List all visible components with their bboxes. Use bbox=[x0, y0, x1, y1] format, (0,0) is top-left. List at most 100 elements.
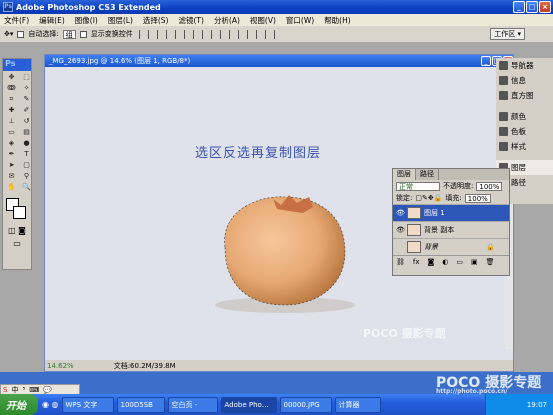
tab-paths[interactable]: 路径 bbox=[416, 169, 439, 180]
move-tool-icon[interactable]: ✥▾ bbox=[4, 30, 13, 38]
align-center-icon[interactable] bbox=[210, 29, 221, 39]
align-bottom-icon[interactable] bbox=[174, 29, 185, 39]
minimize-button[interactable]: _ bbox=[513, 1, 525, 13]
auto-select-checkbox[interactable] bbox=[17, 30, 25, 38]
align-left-icon[interactable] bbox=[192, 29, 203, 39]
menu-edit[interactable]: 编辑(E) bbox=[39, 15, 65, 26]
title-bar: Ps Adobe Photoshop CS3 Extended _ □ × bbox=[0, 0, 553, 14]
clock[interactable]: 19:07 bbox=[527, 401, 547, 409]
align-top-icon[interactable] bbox=[138, 29, 149, 39]
align-middle-icon[interactable] bbox=[156, 29, 167, 39]
distribute-h-icon[interactable] bbox=[264, 29, 275, 39]
ime-mode[interactable]: 中 bbox=[11, 385, 18, 395]
menu-filter[interactable]: 滤镜(T) bbox=[179, 15, 204, 26]
color-swatches[interactable] bbox=[5, 197, 29, 223]
blur-tool-icon[interactable]: ◈ bbox=[5, 139, 18, 148]
menu-select[interactable]: 选择(S) bbox=[143, 15, 169, 26]
layer-row[interactable]: 背景 🔒 bbox=[393, 238, 509, 255]
mask-icon[interactable]: ◙ bbox=[428, 258, 435, 266]
eye-icon[interactable]: 👁 bbox=[396, 226, 405, 234]
eye-icon[interactable]: 👁 bbox=[396, 209, 405, 217]
gradient-tool-icon[interactable]: ▤ bbox=[20, 128, 33, 137]
eraser-tool-icon[interactable]: ▭ bbox=[5, 128, 18, 137]
menu-help[interactable]: 帮助(H) bbox=[324, 15, 351, 26]
menu-image[interactable]: 图像(I) bbox=[75, 15, 98, 26]
tab-layers[interactable]: 图层 bbox=[393, 169, 416, 180]
task-folder[interactable]: 100D5SB bbox=[116, 396, 165, 413]
start-button[interactable]: 开始 bbox=[0, 394, 38, 415]
opacity-input[interactable]: 100% bbox=[476, 181, 503, 191]
trash-icon[interactable]: 🗑 bbox=[486, 258, 495, 266]
distribute-icon[interactable] bbox=[246, 29, 257, 39]
hand-tool-icon[interactable]: ✋ bbox=[5, 183, 18, 192]
auto-select-dropdown[interactable]: 组 bbox=[62, 29, 76, 39]
align-right-icon[interactable] bbox=[228, 29, 239, 39]
lasso-tool-icon[interactable]: ↂ bbox=[5, 84, 18, 93]
dock-label: 路径 bbox=[511, 178, 526, 187]
history-brush-icon[interactable]: ↺ bbox=[20, 117, 33, 126]
blend-mode-select[interactable]: 正常 bbox=[396, 181, 440, 191]
menu-view[interactable]: 视图(V) bbox=[250, 15, 276, 26]
dodge-tool-icon[interactable]: ● bbox=[20, 139, 33, 148]
task-image[interactable]: 00000.JPG bbox=[279, 396, 332, 413]
document-info[interactable]: 文档:60.2M/39.8M bbox=[114, 361, 176, 371]
dock-histogram[interactable]: 直方图 bbox=[496, 88, 553, 103]
new-layer-icon[interactable]: ▣ bbox=[471, 258, 478, 266]
type-tool-icon[interactable]: T bbox=[20, 150, 33, 159]
maximize-button[interactable]: □ bbox=[526, 1, 538, 13]
eyedropper-icon[interactable]: ⚲ bbox=[20, 172, 33, 181]
move-tool-icon[interactable]: ✥ bbox=[5, 73, 18, 82]
group-icon[interactable]: ▭ bbox=[456, 258, 463, 266]
task-browser[interactable]: 空白页 - bbox=[167, 396, 218, 413]
ime-punct[interactable]: ⁵ bbox=[22, 386, 25, 394]
pen-tool-icon[interactable]: ✒ bbox=[5, 150, 18, 159]
task-photoshop[interactable]: Adobe Pho… bbox=[220, 396, 277, 413]
task-wps[interactable]: WPS 文字 bbox=[61, 396, 114, 413]
lock-icons[interactable]: ▢✎✥🔒 bbox=[415, 194, 442, 202]
zoom-tool-icon[interactable]: 🔍 bbox=[20, 183, 33, 192]
dock-navigator[interactable]: 导航器 bbox=[496, 58, 553, 73]
show-transform-checkbox[interactable] bbox=[79, 30, 87, 38]
healing-tool-icon[interactable]: ✚ bbox=[5, 106, 18, 115]
screen-mode-icon[interactable]: ▭ bbox=[3, 239, 31, 248]
marquee-tool-icon[interactable]: ⬚ bbox=[20, 73, 33, 82]
doc-minimize-button[interactable]: _ bbox=[481, 56, 491, 66]
dock-styles[interactable]: 样式 bbox=[496, 139, 553, 154]
chat-icon[interactable]: 💬 bbox=[43, 386, 52, 394]
slice-tool-icon[interactable]: ✎ bbox=[20, 95, 33, 104]
menu-window[interactable]: 窗口(W) bbox=[286, 15, 314, 26]
magic-wand-tool-icon[interactable]: ✧ bbox=[20, 84, 33, 93]
background-color[interactable] bbox=[13, 206, 26, 219]
quick-mask-icon[interactable]: ◫ ◙ bbox=[3, 226, 31, 235]
workspace-button[interactable]: 工作区 ▾ bbox=[490, 28, 525, 40]
show-transform-label: 显示变换控件 bbox=[90, 30, 133, 38]
quick-launch[interactable]: ◉ ◍ bbox=[42, 400, 59, 409]
link-icon[interactable]: ⛓ bbox=[396, 258, 405, 266]
fx-icon[interactable]: fx bbox=[413, 258, 420, 266]
adjustment-icon[interactable]: ◐ bbox=[442, 258, 448, 266]
layer-row[interactable]: 👁 图层 1 bbox=[393, 204, 509, 221]
brush-tool-icon[interactable]: ✐ bbox=[20, 106, 33, 115]
fill-input[interactable]: 100% bbox=[464, 193, 491, 203]
ime-logo[interactable]: S bbox=[3, 386, 7, 394]
eye-icon[interactable] bbox=[396, 243, 404, 251]
dock-swatches[interactable]: 色板 bbox=[496, 124, 553, 139]
dock-color[interactable]: 颜色 bbox=[496, 109, 553, 124]
swatches-icon bbox=[499, 127, 508, 136]
close-button[interactable]: × bbox=[539, 1, 551, 13]
path-select-icon[interactable]: ➤ bbox=[5, 161, 18, 170]
dock-info[interactable]: 信息 bbox=[496, 73, 553, 88]
auto-select-label: 自动选择: bbox=[28, 30, 59, 38]
zoom-level[interactable]: 14.62% bbox=[47, 362, 74, 370]
menu-analysis[interactable]: 分析(A) bbox=[214, 15, 240, 26]
task-calculator[interactable]: 计算器 bbox=[334, 396, 381, 413]
notes-tool-icon[interactable]: ✉ bbox=[5, 172, 18, 181]
layer-row[interactable]: 👁 背景 副本 bbox=[393, 221, 509, 238]
crop-tool-icon[interactable]: ⌗ bbox=[5, 95, 18, 104]
keyboard-icon[interactable]: ⌨ bbox=[29, 386, 39, 394]
menu-file[interactable]: 文件(F) bbox=[4, 15, 29, 26]
dock-label: 色板 bbox=[511, 127, 526, 136]
stamp-tool-icon[interactable]: ⊥ bbox=[5, 117, 18, 126]
shape-tool-icon[interactable]: ▢ bbox=[20, 161, 33, 170]
menu-layer[interactable]: 图层(L) bbox=[108, 15, 133, 26]
